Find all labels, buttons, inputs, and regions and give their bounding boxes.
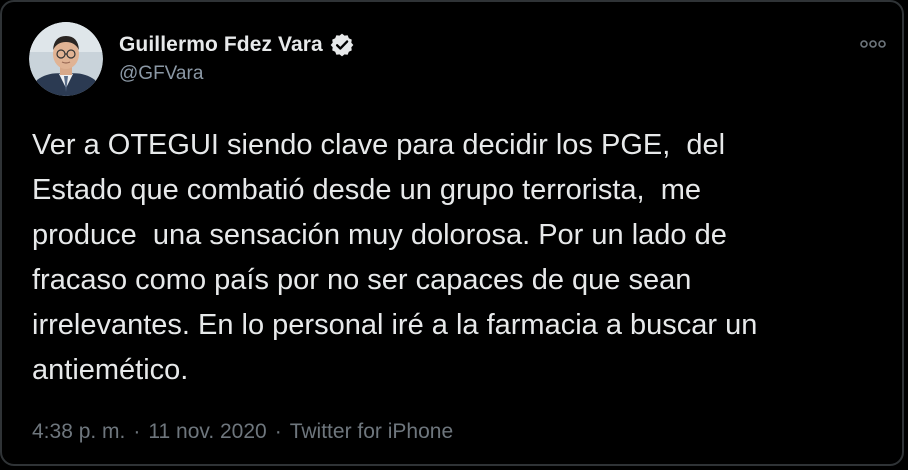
author-handle[interactable]: @GFVara bbox=[119, 63, 203, 85]
author-name-row[interactable]: Guillermo Fdez Vara bbox=[119, 32, 355, 58]
tweet-meta: 4:38 p. m. · 11 nov. 2020 · Twitter for … bbox=[32, 420, 453, 444]
more-options-icon[interactable] bbox=[858, 37, 888, 51]
tweet-text: Ver a OTEGUI siendo clave para decidir l… bbox=[32, 129, 758, 386]
profile-photo bbox=[29, 22, 103, 96]
tweet-source[interactable]: Twitter for iPhone bbox=[290, 420, 453, 444]
meta-separator: · bbox=[133, 420, 141, 443]
meta-separator: · bbox=[274, 420, 282, 443]
avatar[interactable] bbox=[29, 22, 103, 96]
verified-badge-icon bbox=[329, 32, 355, 58]
tweet-date[interactable]: 11 nov. 2020 bbox=[148, 420, 266, 444]
author-display-name[interactable]: Guillermo Fdez Vara bbox=[119, 33, 323, 57]
tweet-time[interactable]: 4:38 p. m. bbox=[32, 420, 125, 444]
tweet-card: Guillermo Fdez Vara @GFVara Ver a OTEGUI… bbox=[0, 0, 904, 466]
